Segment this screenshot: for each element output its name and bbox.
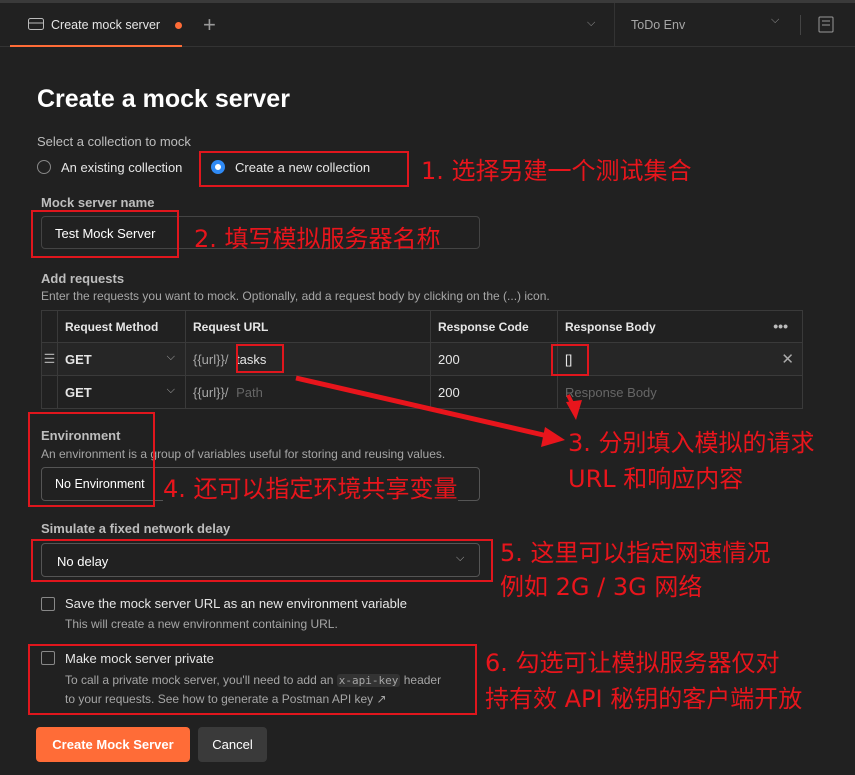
cancel-button[interactable]: Cancel [198, 727, 267, 762]
save-env-label: Save the mock server URL as an new envir… [65, 596, 408, 611]
annotation-5-line2: 例如 2G / 3G 网络 [500, 573, 703, 601]
save-env-checkbox[interactable] [41, 597, 55, 611]
annotation-6-line2: 持有效 API 秘钥的客户端开放 [485, 685, 803, 713]
annotation-3-line2: URL 和响应内容 [568, 465, 744, 493]
annotation-box [31, 539, 493, 582]
save-env-hint: This will create a new environment conta… [65, 617, 338, 631]
annotation-6-line1: 6. 勾选可让模拟服务器仅对 [485, 649, 780, 677]
annotation-box [28, 644, 477, 715]
create-mock-server-button[interactable]: Create Mock Server [36, 727, 190, 762]
delay-label: Simulate a fixed network delay [41, 521, 231, 536]
annotation-5-line1: 5. 这里可以指定网速情况 [500, 539, 771, 567]
annotation-box [28, 412, 155, 507]
annotation-3-line1: 3. 分别填入模拟的请求 [568, 429, 815, 457]
annotation-4: 4. 还可以指定环境共享变量 [163, 469, 458, 504]
